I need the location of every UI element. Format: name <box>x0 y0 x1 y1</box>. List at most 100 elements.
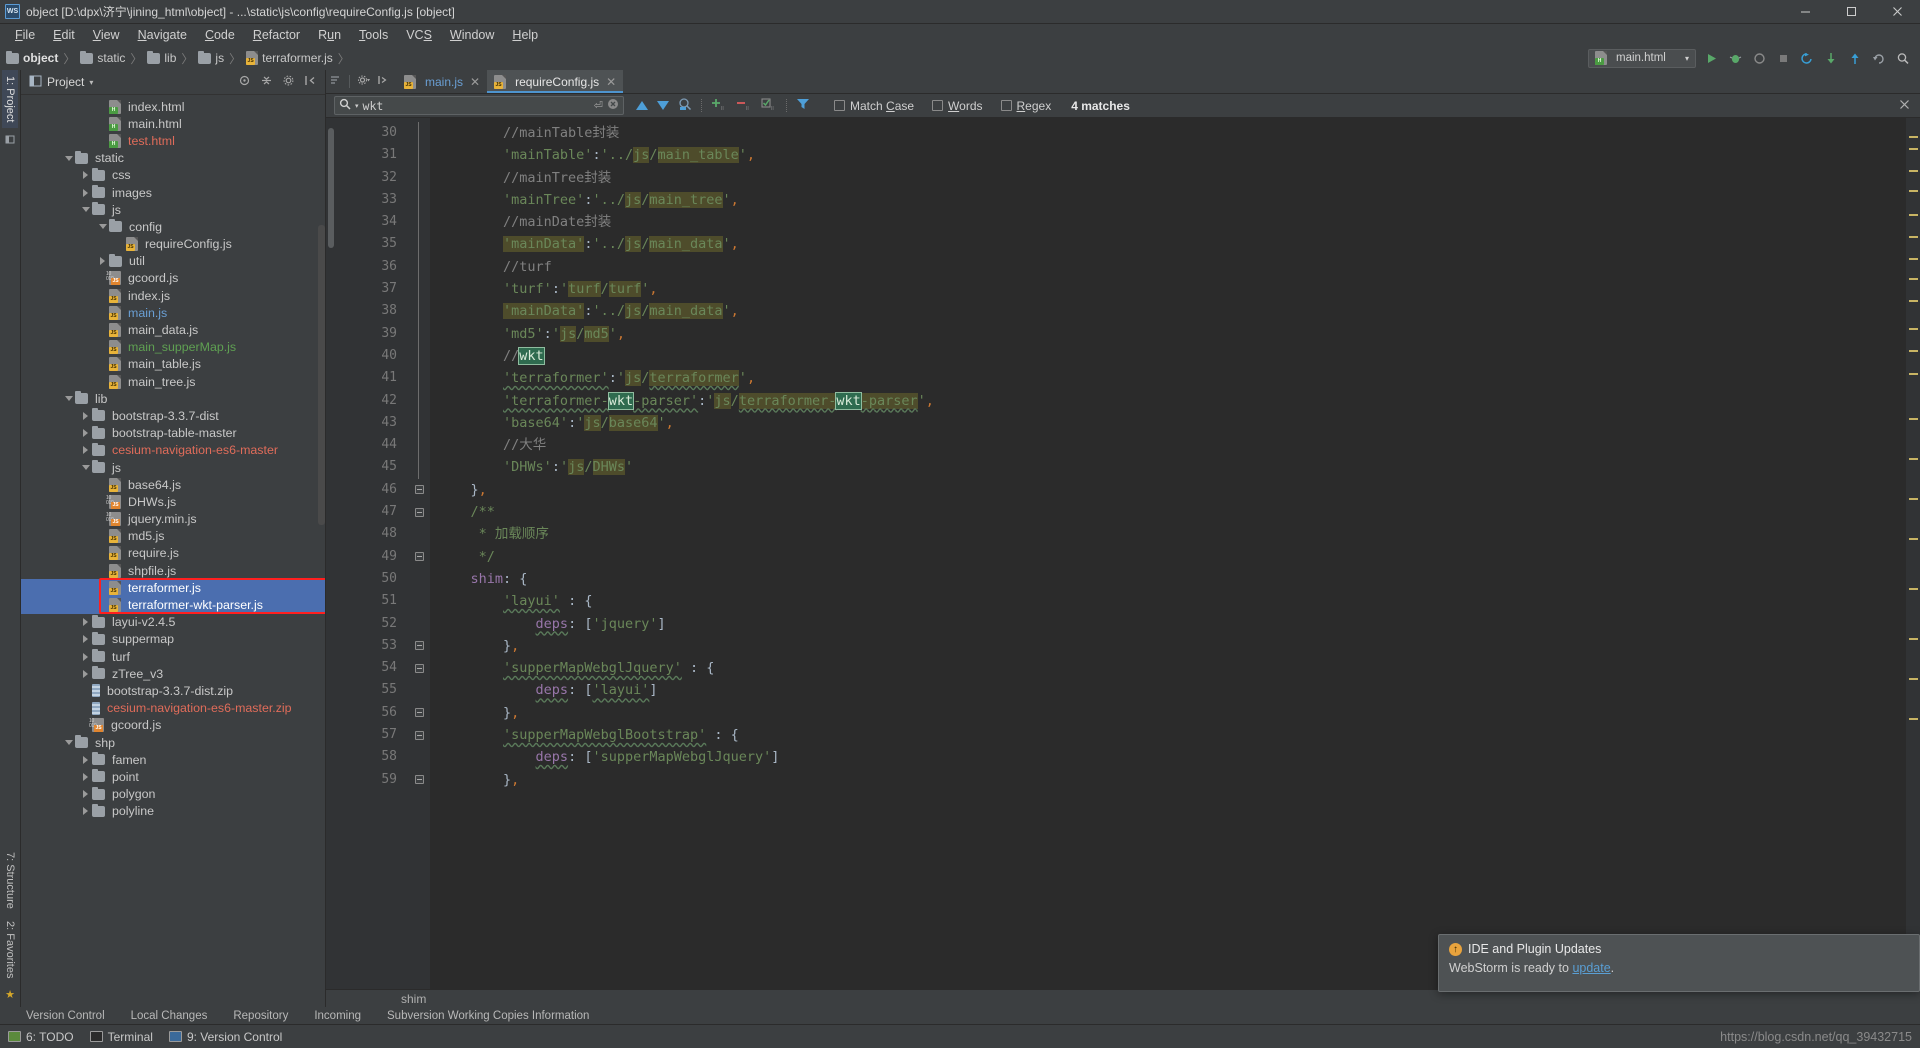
tree-item-shpfile-js[interactable]: JS shpfile.js <box>21 562 325 579</box>
code-line[interactable]: deps: ['layui'] <box>430 679 1906 701</box>
fold-toggle-icon[interactable] <box>408 546 430 568</box>
menu-item-vcs[interactable]: VCS <box>397 26 441 44</box>
breadcrumb-item-lib[interactable]: lib <box>147 50 176 65</box>
occurrence-marker[interactable] <box>1909 236 1918 238</box>
close-icon[interactable] <box>1874 0 1920 24</box>
match-case-box[interactable] <box>834 100 845 111</box>
chevron-down-icon[interactable] <box>63 393 74 404</box>
fold-toggle-icon[interactable] <box>408 501 430 523</box>
occurrence-marker[interactable] <box>1909 300 1918 302</box>
tree-item-gcoord-js[interactable]: 10 010 JS gcoord.js <box>21 270 325 287</box>
menu-item-navigate[interactable]: Navigate <box>129 26 196 44</box>
tree-item-layui-v2-4-5[interactable]: layui-v2.4.5 <box>21 614 325 631</box>
hide-panel-icon[interactable] <box>304 74 317 90</box>
code-folding-gutter[interactable] <box>408 118 430 989</box>
chevron-down-icon[interactable] <box>97 221 108 232</box>
tree-item-requireconfig-js[interactable]: JS requireConfig.js <box>21 236 325 253</box>
tree-item-images[interactable]: images <box>21 184 325 201</box>
chevron-right-icon[interactable] <box>80 651 91 662</box>
words-checkbox[interactable]: Words <box>932 99 983 113</box>
occurrence-marker[interactable] <box>1909 638 1918 640</box>
words-box[interactable] <box>932 100 944 111</box>
tree-item-terraformer-wkt-parser-js[interactable]: JS terraformer-wkt-parser.js <box>21 596 325 614</box>
occurrence-marker[interactable] <box>1909 278 1918 280</box>
fold-toggle-icon[interactable] <box>408 657 430 679</box>
chevron-right-icon[interactable] <box>80 634 91 645</box>
fold-toggle-icon[interactable] <box>408 724 430 746</box>
tree-item-js[interactable]: js <box>21 201 325 218</box>
search-history-caret-icon[interactable]: ▾ <box>355 102 359 110</box>
sidebar-tab-favorites[interactable]: 2: Favorites <box>2 915 18 984</box>
tree-item-index-js[interactable]: JS index.js <box>21 287 325 304</box>
fold-toggle-icon[interactable] <box>408 769 430 791</box>
code-line[interactable]: //turf <box>430 256 1906 278</box>
occurrence-marker[interactable] <box>1909 373 1918 375</box>
code-line[interactable]: 'mainTree':'../js/main_tree', <box>430 189 1906 211</box>
chevron-right-icon[interactable] <box>80 789 91 800</box>
menu-item-code[interactable]: Code <box>196 26 244 44</box>
code-line[interactable]: 'turf':'turf/turf', <box>430 278 1906 300</box>
tree-item-cesium-navigation-es6-master[interactable]: cesium-navigation-es6-master <box>21 442 325 459</box>
tree-item-js[interactable]: js <box>21 459 325 476</box>
tree-item-polygon[interactable]: polygon <box>21 786 325 803</box>
editor-tab-main-js[interactable]: JS main.js ✕ <box>397 70 487 93</box>
code-line[interactable]: }, <box>430 702 1906 724</box>
tree-item-static[interactable]: static <box>21 150 325 167</box>
editor-tab-requireconfig-js[interactable]: JS requireConfig.js ✕ <box>487 70 624 93</box>
menu-item-edit[interactable]: Edit <box>44 26 84 44</box>
code-line[interactable]: 'md5':'js/md5', <box>430 323 1906 345</box>
vcs-tab-version-control[interactable]: Version Control <box>26 1010 105 1022</box>
tree-item-test-html[interactable]: Htest.html <box>21 132 325 149</box>
chevron-right-icon[interactable] <box>80 170 91 181</box>
tree-item-ztree-v3[interactable]: zTree_v3 <box>21 665 325 682</box>
tree-item-bootstrap-3-3-7-dist[interactable]: bootstrap-3.3.7-dist <box>21 407 325 424</box>
tree-item-md5-js[interactable]: JS md5.js <box>21 528 325 545</box>
code-line[interactable]: //mainTable封装 <box>430 122 1906 144</box>
chevron-right-icon[interactable] <box>80 806 91 817</box>
update-project-icon[interactable] <box>1798 49 1816 67</box>
occurrence-marker[interactable] <box>1909 328 1918 330</box>
code-line[interactable]: 'DHWs':'js/DHWs' <box>430 456 1906 478</box>
fold-toggle-icon[interactable] <box>408 635 430 657</box>
tab-settings-gear-icon[interactable] <box>357 74 370 89</box>
match-case-checkbox[interactable]: Match Case <box>834 99 914 113</box>
run-configuration-selector[interactable]: H main.html ▾ <box>1588 48 1696 68</box>
chevron-right-icon[interactable] <box>97 256 108 267</box>
filter-icon[interactable] <box>796 98 810 113</box>
code-line[interactable]: shim: { <box>430 568 1906 590</box>
commit-icon[interactable] <box>1822 49 1840 67</box>
code-content[interactable]: //mainTable封装 'mainTable':'../js/main_ta… <box>430 118 1906 989</box>
occurrence-marker[interactable] <box>1909 148 1918 150</box>
tree-item-polyline[interactable]: polyline <box>21 803 325 820</box>
select-all-occurrences-icon[interactable]: II <box>761 97 777 114</box>
code-line[interactable]: /** <box>430 501 1906 523</box>
tree-item-bootstrap-table-master[interactable]: bootstrap-table-master <box>21 425 325 442</box>
occurrence-marker[interactable] <box>1909 170 1918 172</box>
tree-item-point[interactable]: point <box>21 768 325 785</box>
fold-toggle-icon[interactable] <box>408 479 430 501</box>
code-line[interactable]: //mainTree封装 <box>430 167 1906 189</box>
hide-tabs-icon[interactable] <box>377 74 389 89</box>
code-line[interactable]: //wkt <box>430 345 1906 367</box>
vcs-tab-repository[interactable]: Repository <box>233 1010 288 1022</box>
menu-item-file[interactable]: File <box>6 26 44 44</box>
tree-item-shp[interactable]: shp <box>21 734 325 751</box>
tree-item-bootstrap-3-3-7-dist-zip[interactable]: bootstrap-3.3.7-dist.zip <box>21 682 325 699</box>
code-line[interactable]: 'terraformer-wkt-parser':'js/terraformer… <box>430 390 1906 412</box>
search-input[interactable]: ▾ wkt ⏎ <box>334 96 624 115</box>
chevron-down-icon[interactable] <box>63 153 74 164</box>
tree-item-main-js[interactable]: JS main.js <box>21 304 325 321</box>
tree-item-suppermap[interactable]: suppermap <box>21 631 325 648</box>
breadcrumb-item-js[interactable]: js <box>198 50 224 65</box>
vcs-tab-incoming[interactable]: Incoming <box>314 1010 361 1022</box>
chevron-right-icon[interactable] <box>80 428 91 439</box>
code-line[interactable]: 'mainData':'../js/main_data', <box>430 233 1906 255</box>
minimize-icon[interactable] <box>1782 0 1828 24</box>
close-find-icon[interactable] <box>1899 98 1912 113</box>
search-everywhere-icon[interactable] <box>1894 49 1912 67</box>
chevron-right-icon[interactable] <box>80 187 91 198</box>
sidebar-tab-structure[interactable]: 7: Structure <box>2 846 18 915</box>
tree-item-util[interactable]: util <box>21 253 325 270</box>
tree-item-config[interactable]: config <box>21 218 325 235</box>
fold-toggle-icon[interactable] <box>408 702 430 724</box>
